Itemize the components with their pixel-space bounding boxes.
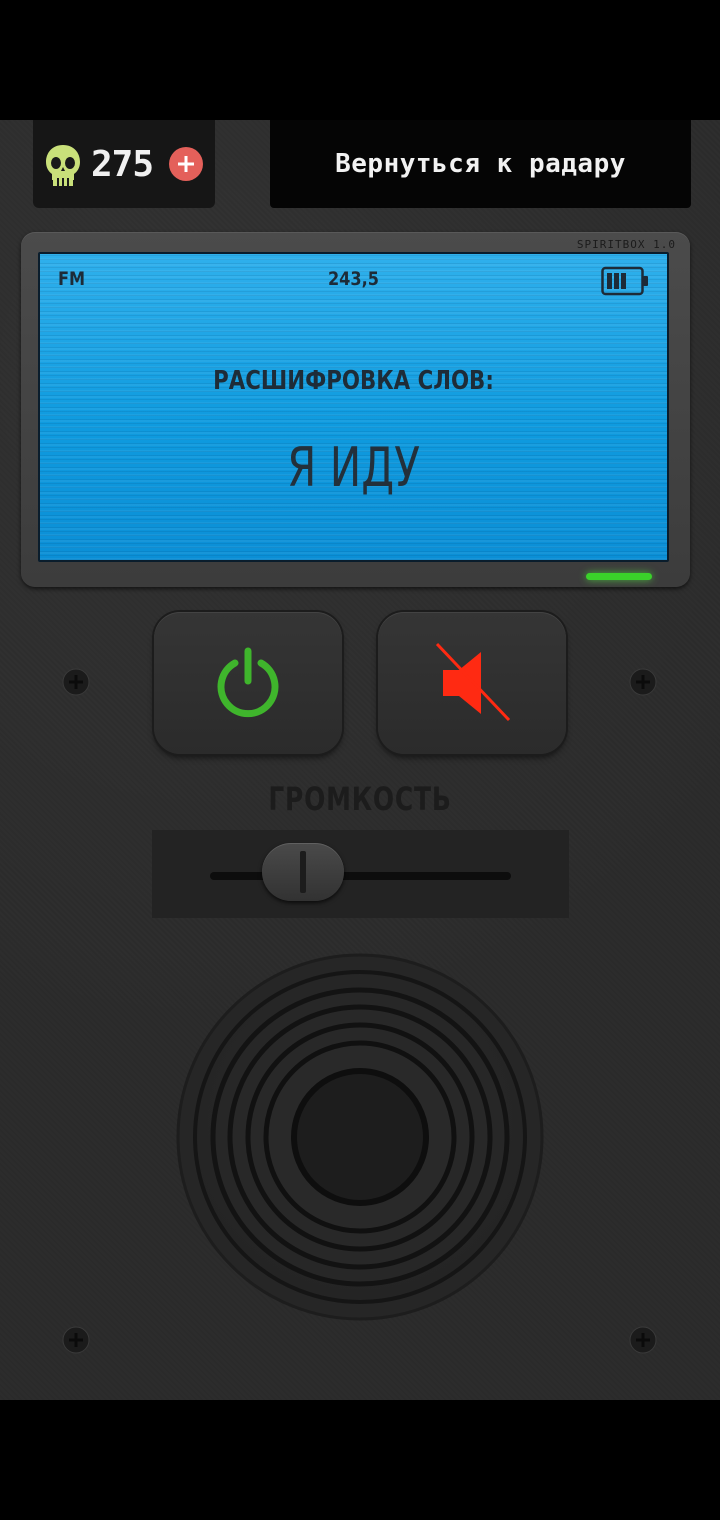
screw-icon [62,1326,90,1354]
volume-slider[interactable] [152,830,569,918]
skull-icon [46,145,80,186]
screw-icon [62,668,90,696]
screw-icon [629,1326,657,1354]
mute-button[interactable] [378,612,566,754]
model-label: SPIRITBOX 1.0 [576,238,676,251]
status-indicator-led [586,573,652,580]
volume-knob[interactable] [262,843,345,901]
coin-counter: 275 [33,120,215,208]
decode-label: РАСШИФРОВКА СЛОВ: [213,366,494,396]
frequency-readout: 243,5 [327,268,380,290]
add-coins-button[interactable] [169,147,204,181]
screw-icon [629,668,657,696]
power-icon [217,647,279,718]
band-label: FM [58,268,86,290]
volume-label: ГРОМКОСТЬ [268,780,452,818]
power-button[interactable] [154,612,342,754]
decoded-word: Я ИДУ [287,436,420,499]
plus-icon [178,156,195,172]
lcd-screen: FM 243,5 РАСШИФРОВКА СЛОВ: Я ИДУ [38,252,669,562]
back-to-radar-button[interactable]: Вернуться к радару [270,120,691,208]
speaker-grille [176,953,544,1321]
speaker-muted-icon [435,642,511,722]
coin-value: 275 [91,143,154,185]
battery-icon [601,266,648,296]
volume-track[interactable] [210,872,511,880]
